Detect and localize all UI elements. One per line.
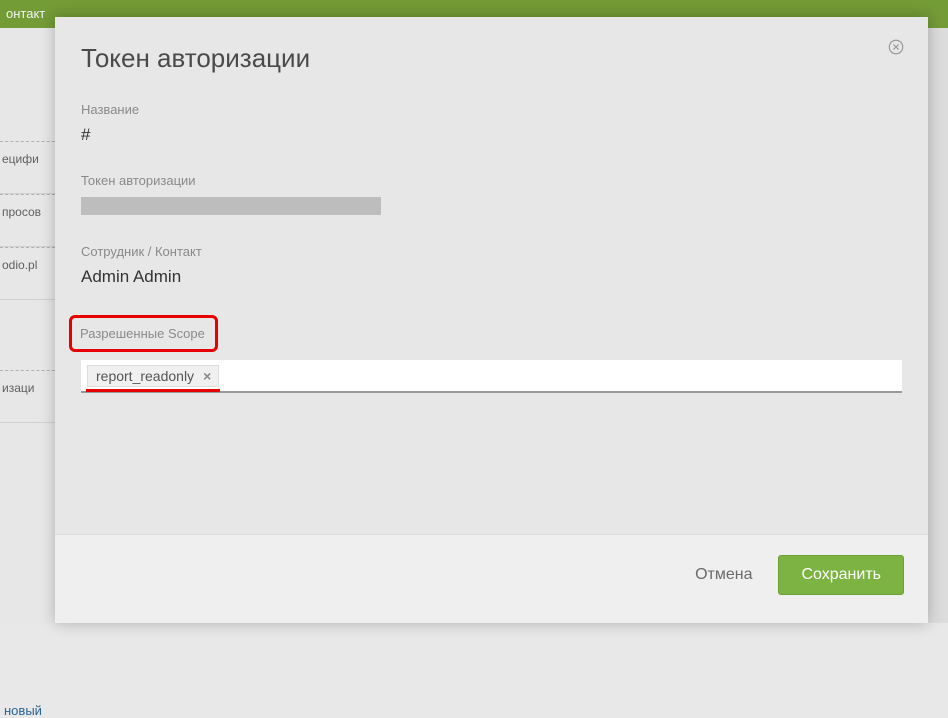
- field-token-label: Токен авторизации: [81, 173, 902, 188]
- sidebar-new-link[interactable]: новый: [0, 703, 55, 718]
- redacted-token: [81, 197, 381, 215]
- close-button[interactable]: [886, 39, 906, 59]
- save-button[interactable]: Сохранить: [778, 555, 904, 595]
- field-token-value: [81, 196, 902, 216]
- cancel-button[interactable]: Отмена: [695, 566, 752, 584]
- scopes-label-highlight: Разрешенные Scope: [69, 315, 218, 352]
- field-contact-label: Сотрудник / Контакт: [81, 244, 902, 259]
- field-contact-value[interactable]: Admin Admin: [81, 267, 902, 287]
- field-contact: Сотрудник / Контакт Admin Admin: [81, 244, 902, 287]
- field-token: Токен авторизации: [81, 173, 902, 216]
- field-name-label: Название: [81, 102, 902, 117]
- field-scopes-label: Разрешенные Scope: [80, 326, 205, 341]
- scope-tag[interactable]: report_readonly ×: [87, 365, 219, 387]
- field-name-value[interactable]: #: [81, 125, 902, 145]
- auth-token-modal: Токен авторизации Название # Токен автор…: [55, 17, 928, 623]
- modal-title: Токен авторизации: [81, 43, 902, 74]
- field-name: Название #: [81, 102, 902, 145]
- scope-tag-label: report_readonly: [96, 368, 194, 384]
- close-icon: [887, 38, 905, 61]
- scopes-input[interactable]: report_readonly ×: [81, 360, 902, 393]
- modal-footer: Отмена Сохранить: [55, 534, 928, 623]
- field-scopes: Разрешенные Scope report_readonly ×: [81, 315, 902, 393]
- remove-icon[interactable]: ×: [200, 368, 214, 384]
